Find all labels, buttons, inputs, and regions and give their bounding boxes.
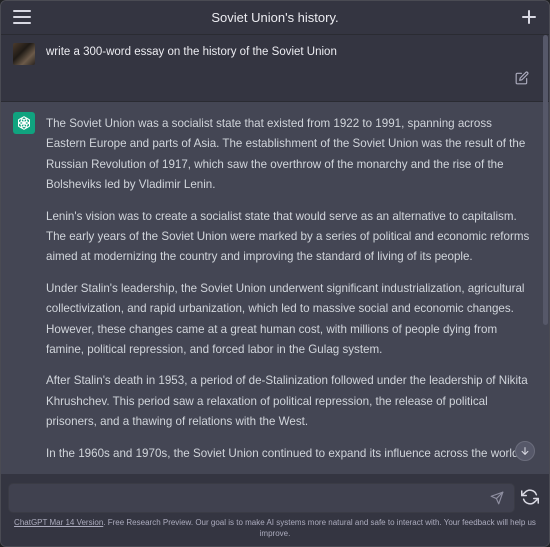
plus-icon[interactable] <box>519 7 539 27</box>
arrow-down-icon <box>521 447 529 455</box>
version-link[interactable]: ChatGPT Mar 14 Version <box>14 518 103 527</box>
send-icon[interactable] <box>490 491 504 505</box>
scrollbar[interactable] <box>543 35 548 325</box>
message-input[interactable] <box>17 484 491 514</box>
top-bar: Soviet Union's history. <box>1 1 549 35</box>
regenerate-icon[interactable] <box>521 488 539 506</box>
chat-window: Soviet Union's history. write a 300-word… <box>0 0 550 547</box>
user-message-text: write a 300-word essay on the history of… <box>46 46 337 58</box>
avatar <box>13 43 35 65</box>
paragraph-4: After Stalin's death in 1953, a period o… <box>46 374 528 429</box>
disclaimer-text: . Free Research Preview. Our goal is to … <box>103 518 536 538</box>
hamburger-icon[interactable] <box>13 10 31 24</box>
user-message: write a 300-word essay on the history of… <box>1 35 549 102</box>
footer-disclaimer: ChatGPT Mar 14 Version. Free Research Pr… <box>11 518 539 539</box>
composer-area: ChatGPT Mar 14 Version. Free Research Pr… <box>1 474 549 546</box>
assistant-message-text: The Soviet Union was a socialist state t… <box>46 114 534 474</box>
paragraph-5: In the 1960s and 1970s, the Soviet Union… <box>46 446 522 460</box>
paragraph-2: Lenin's vision was to create a socialist… <box>46 209 530 264</box>
message-input-box[interactable] <box>8 483 515 514</box>
conversation-title: Soviet Union's history. <box>211 10 339 25</box>
openai-logo-icon <box>13 112 35 134</box>
paragraph-3: Under Stalin's leadership, the Soviet Un… <box>46 281 525 357</box>
paragraph-1: The Soviet Union was a socialist state t… <box>46 117 526 192</box>
edit-icon[interactable] <box>515 71 529 85</box>
scroll-to-bottom-button[interactable] <box>515 441 535 461</box>
assistant-message: The Soviet Union was a socialist state t… <box>1 102 549 474</box>
